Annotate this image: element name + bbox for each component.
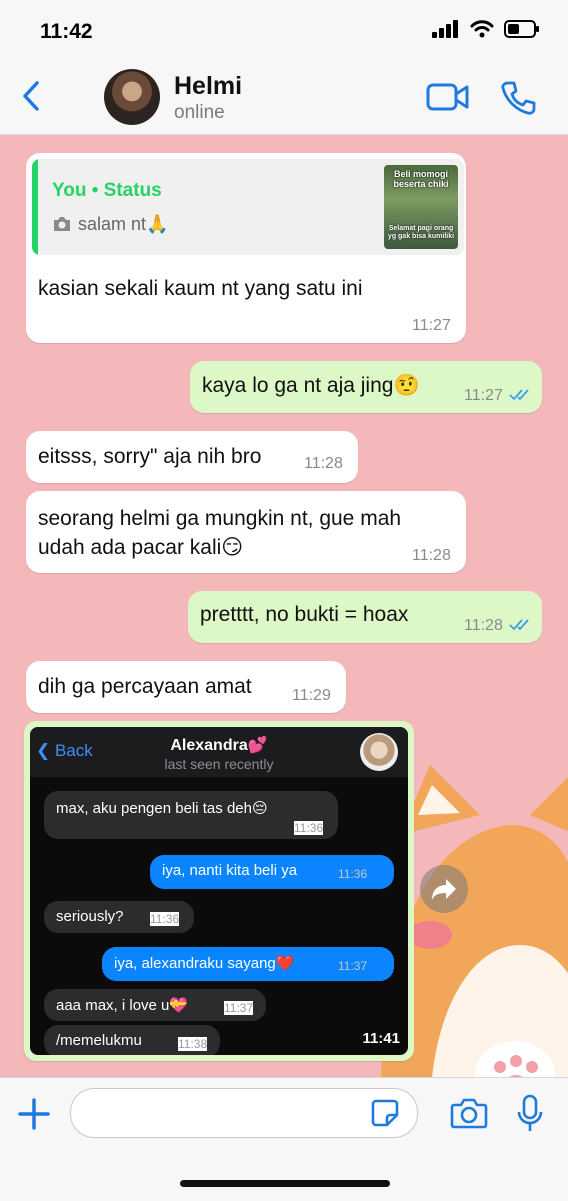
message-time: 11:28 <box>412 547 451 564</box>
screenshot-incoming-message: /memelukmu 11:38 <box>44 1025 220 1055</box>
message-text: dih ga percayaan amat <box>38 675 252 698</box>
screenshot-message-time: 11:36 <box>150 912 180 926</box>
message-input[interactable] <box>70 1088 418 1138</box>
wifi-icon <box>470 20 494 38</box>
battery-icon <box>504 20 539 38</box>
phone-call-icon[interactable] <box>500 80 536 116</box>
screenshot-message-text: /memelukmu <box>56 1032 142 1049</box>
camera-icon[interactable] <box>450 1096 488 1130</box>
screenshot-message-text: iya, alexandraku sayang❤️ <box>114 955 295 972</box>
screenshot-outgoing-message: iya, alexandraku sayang❤️ 11:37 <box>102 947 394 981</box>
back-chevron-icon[interactable] <box>20 80 42 112</box>
thumbnail-caption-top: Beli momogi beserta chiki <box>393 169 449 189</box>
message-text: pretttt, no bukti = hoax <box>200 603 409 626</box>
contact-avatar[interactable] <box>104 69 160 125</box>
chat-screenshot-image[interactable]: ❮ Back Alexandra💕 last seen recently max… <box>30 727 408 1055</box>
quote-text: salam nt🙏 <box>78 214 169 234</box>
screenshot-incoming-message: aaa max, i love u💝 11:37 <box>44 989 266 1021</box>
message-text: eitsss, sorry" aja nih bro <box>38 445 262 468</box>
quote-accent-bar <box>32 159 38 255</box>
screenshot-chat-header: ❮ Back Alexandra💕 last seen recently <box>30 727 408 777</box>
microphone-icon[interactable] <box>516 1094 544 1134</box>
status-bar: 11:42 <box>0 0 568 60</box>
sticker-icon[interactable] <box>370 1098 400 1128</box>
plus-attach-icon[interactable] <box>16 1096 52 1132</box>
quote-title: You • Status <box>52 180 162 201</box>
screenshot-outgoing-message: iya, nanti kita beli ya 11:36 <box>150 855 394 889</box>
screenshot-message-text: iya, nanti kita beli ya <box>162 862 298 879</box>
screenshot-message-time: 11:37 <box>338 959 368 973</box>
screenshot-message-text: seriously? <box>56 908 124 925</box>
screenshot-last-seen: last seen recently <box>164 756 274 772</box>
message-text: kaya lo ga nt aja jing🤨 <box>202 374 420 397</box>
message-time: 11:27 <box>464 387 503 404</box>
chat-area[interactable]: You • Status salam nt🙏 Beli momogi beser… <box>0 135 568 1077</box>
outgoing-message[interactable]: kaya lo ga nt aja jing🤨 11:27 <box>190 361 542 413</box>
video-call-icon[interactable] <box>426 82 470 112</box>
outgoing-message[interactable]: pretttt, no bukti = hoax 11:28 <box>188 591 542 643</box>
forward-button[interactable] <box>420 865 468 913</box>
screenshot-message-text: aaa max, i love u💝 <box>56 997 189 1014</box>
screenshot-avatar <box>360 733 398 771</box>
status-icons <box>432 20 540 38</box>
message-text: kasian sekali kaum nt yang satu ini <box>38 277 363 300</box>
contact-status: online <box>174 102 225 123</box>
contact-name[interactable]: Helmi <box>174 72 242 101</box>
status-reply-quote[interactable]: You • Status salam nt🙏 Beli momogi beser… <box>32 159 464 255</box>
home-indicator <box>180 1180 390 1187</box>
forward-arrow-icon <box>432 879 456 900</box>
screenshot-clock: 11:41 <box>362 1030 400 1047</box>
message-time: 11:29 <box>292 687 331 704</box>
incoming-message[interactable]: dih ga percayaan amat 11:29 <box>26 661 346 713</box>
incoming-message[interactable]: You • Status salam nt🙏 Beli momogi beser… <box>26 153 466 343</box>
message-text-line-2: udah ada pacar kali😏 <box>38 536 244 559</box>
screenshot-message-time: 11:36 <box>338 867 368 881</box>
incoming-message[interactable]: eitsss, sorry" aja nih bro 11:28 <box>26 431 358 483</box>
message-time: 11:28 <box>304 455 343 472</box>
status-time: 11:42 <box>40 20 93 43</box>
screenshot-message-time: 11:38 <box>178 1037 208 1051</box>
screenshot-contact-name: Alexandra💕 <box>170 737 268 754</box>
incoming-message[interactable]: seorang helmi ga mungkin nt, gue mah uda… <box>26 491 466 573</box>
read-receipt-icon <box>509 389 529 401</box>
screenshot-message-time: 11:37 <box>224 1001 254 1015</box>
message-time: 11:28 <box>464 617 503 634</box>
screenshot-incoming-message: seriously? 11:36 <box>44 901 194 933</box>
screenshot-message-text: max, aku pengen beli tas deh😔 <box>56 800 268 817</box>
chat-header: Helmi online <box>0 60 568 135</box>
outgoing-image-message[interactable]: ❮ Back Alexandra💕 last seen recently max… <box>24 721 414 1061</box>
message-text-line-1: seorang helmi ga mungkin nt, gue mah <box>38 507 402 530</box>
message-time: 11:27 <box>412 317 451 334</box>
read-receipt-icon <box>509 619 529 631</box>
status-thumbnail: Beli momogi beserta chiki Selamat pagi o… <box>384 165 458 249</box>
thumbnail-caption-bottom: Selamat pagi orang yg gak bisa kumiliki <box>387 225 455 240</box>
screenshot-incoming-message: max, aku pengen beli tas deh😔 11:36 <box>44 791 338 839</box>
signal-icon <box>432 20 458 38</box>
screenshot-message-time: 11:36 <box>294 821 324 835</box>
camera-icon <box>54 217 70 231</box>
